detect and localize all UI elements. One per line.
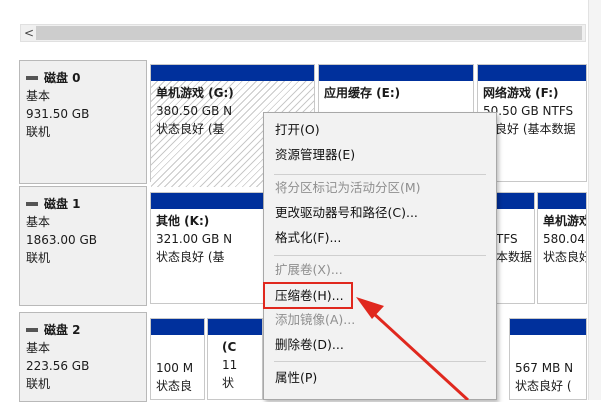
disk-0-type: 基本 (26, 89, 51, 103)
disk-0-size: 931.50 GB (26, 107, 90, 121)
partition-name: (C (222, 340, 237, 354)
partition-disk2-recovery[interactable]: 100 M 状态良 (150, 318, 205, 400)
partition-disk2-right[interactable]: 567 MB N 状态良好 ( (509, 318, 587, 400)
partition-status: 状态良好 ( (515, 379, 572, 393)
menu-item-open[interactable]: 打开(O) (264, 118, 496, 142)
disk-1-size: 1863.00 GB (26, 233, 97, 247)
partition-size: 100 M (156, 361, 194, 375)
partition-status: 状 (222, 376, 235, 390)
disk-0-panel[interactable]: 磁盘 0 基本 931.50 GB 联机 (19, 60, 147, 184)
partition-name: 应用缓存 (E:) (324, 86, 401, 100)
partition-bar (208, 319, 262, 335)
disk-0-title: 磁盘 0 (26, 69, 140, 87)
partition-bar (151, 65, 314, 81)
partition-name: 单机游戏 (G:) (156, 86, 234, 100)
menu-separator (274, 361, 486, 362)
partition-size: 580.04 G (543, 232, 586, 246)
disk-2-title: 磁盘 2 (26, 321, 140, 339)
horizontal-scrollbar-thumb[interactable] (36, 26, 582, 40)
disk-icon (26, 328, 38, 332)
menu-separator (274, 255, 486, 256)
disk-0-status: 联机 (26, 125, 51, 139)
disk-1-title: 磁盘 1 (26, 195, 140, 213)
menu-item-explorer[interactable]: 资源管理器(E) (264, 143, 496, 167)
shrink-highlight-box (263, 282, 353, 309)
disk-2-type: 基本 (26, 341, 51, 355)
menu-item-extend[interactable]: 扩展卷(X)... (264, 258, 496, 282)
disk-1-panel[interactable]: 磁盘 1 基本 1863.00 GB 联机 (19, 186, 147, 306)
disk-2-panel[interactable]: 磁盘 2 基本 223.56 GB 联机 (19, 312, 147, 402)
partition-status: 态良好 (基本数据 (483, 122, 576, 136)
partition-size: 50.50 GB NTFS (483, 104, 574, 118)
partition-size: 321.00 GB N (156, 232, 233, 246)
scroll-left-icon[interactable]: < (22, 25, 36, 41)
disk-2-status: 联机 (26, 377, 51, 391)
partition-bar (538, 193, 586, 209)
disk-icon (26, 76, 38, 80)
partition-name: 其他 (K:) (156, 214, 210, 228)
partition-name: 网络游戏 (F:) (483, 86, 559, 100)
menu-item-properties[interactable]: 属性(P) (264, 366, 496, 390)
partition-size: 11 (222, 358, 238, 372)
menu-item-change-letter[interactable]: 更改驱动器号和路径(C)... (264, 201, 496, 225)
disk-2-size: 223.56 GB (26, 359, 90, 373)
partition-status: 状态良 (156, 379, 193, 393)
partition-bar (319, 65, 473, 81)
menu-item-add-mirror[interactable]: 添加镜像(A)... (264, 308, 496, 332)
menu-item-format[interactable]: 格式化(F)... (264, 226, 496, 250)
partition-status: 状态良好 (543, 250, 586, 264)
partition-bar (510, 319, 586, 335)
menu-item-mark-active[interactable]: 将分区标记为活动分区(M) (264, 176, 496, 200)
partition-bar (151, 193, 264, 209)
disk-1-type: 基本 (26, 215, 51, 229)
disk-1-status: 联机 (26, 251, 51, 265)
partition-name: 单机游戏2 (543, 214, 586, 228)
partition-disk1-right[interactable]: 单机游戏2 580.04 G 状态良好 (537, 192, 587, 304)
menu-item-delete[interactable]: 删除卷(D)... (264, 333, 496, 357)
disk-icon (26, 202, 38, 206)
menu-separator (274, 174, 486, 175)
partition-bar (478, 65, 586, 81)
partition-k[interactable]: 其他 (K:) 321.00 GB N 状态良好 (基 (150, 192, 265, 304)
partition-status: 状态良好 (基 (156, 250, 225, 264)
partition-size: 567 MB N (515, 361, 574, 375)
partition-status: 本数据 (496, 250, 533, 264)
context-menu: 打开(O) 资源管理器(E) 将分区标记为活动分区(M) 更改驱动器号和路径(C… (263, 112, 497, 400)
partition-size: TFS (496, 232, 518, 246)
partition-c[interactable]: (C 11 状 (207, 318, 263, 400)
vertical-scrollbar[interactable] (588, 0, 601, 400)
partition-bar (151, 319, 204, 335)
